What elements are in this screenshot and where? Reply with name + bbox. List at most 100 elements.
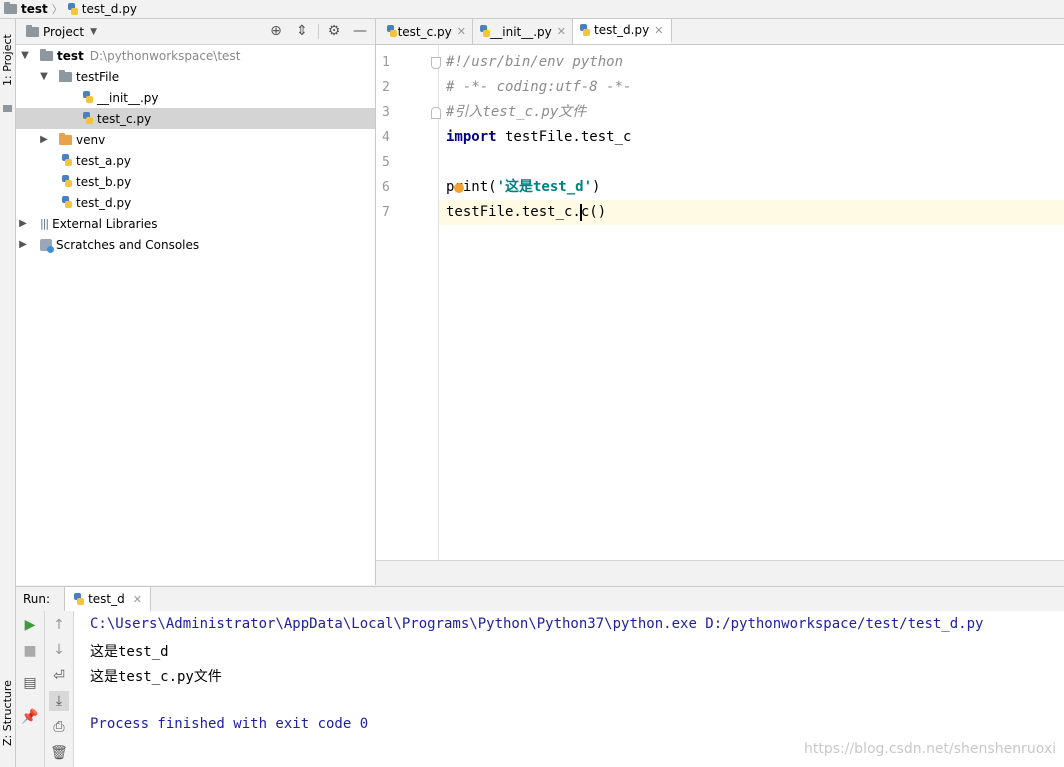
line-number: 7	[382, 205, 390, 220]
tree-item-label: testFile	[76, 69, 120, 84]
hide-icon[interactable]: —	[352, 23, 368, 39]
breadcrumb-file-label: test_d.py	[81, 2, 137, 16]
left-tool-strip: 1: Project Z: Structure	[0, 19, 16, 767]
trash-icon[interactable]: 🗑	[49, 743, 69, 763]
folder-icon	[3, 105, 12, 112]
tree-item-label: venv	[76, 132, 106, 147]
chevron-right-icon[interactable]: ▶	[16, 218, 30, 229]
code-editor[interactable]: 1 2 3 4 5 6 7 #!/usr/bin/env python # -*…	[376, 45, 1064, 560]
pin-icon[interactable]: 📌	[20, 707, 40, 727]
collapse-all-icon[interactable]: ⇕	[294, 23, 310, 39]
console-line-exit: Process finished with exit code 0	[90, 716, 369, 732]
project-panel: Project ▼ ⊕ ⇕ ⚙ — ▼ test D:\pythonworksp…	[16, 19, 376, 585]
tree-item-init[interactable]: __init__.py	[16, 87, 375, 108]
tree-item-test-a[interactable]: test_a.py	[16, 150, 375, 171]
tab-test-d[interactable]: test_d.py ✕	[573, 19, 672, 44]
tree-item-label: test_c.py	[97, 111, 152, 126]
folder-icon	[4, 2, 17, 14]
close-icon[interactable]: ✕	[457, 25, 466, 38]
chevron-right-icon[interactable]: ▶	[37, 134, 51, 145]
chevron-down-icon[interactable]: ▼	[90, 27, 97, 37]
tree-item-testfile[interactable]: ▼ testFile	[16, 66, 375, 87]
close-icon[interactable]: ✕	[133, 593, 142, 606]
console-line: 这是test_c.py文件	[90, 669, 222, 685]
python-file-icon	[67, 2, 79, 16]
watermark: https://blog.csdn.net/shenshenruoxi	[804, 741, 1056, 757]
code-line-1: #!/usr/bin/env python	[446, 54, 624, 70]
tab-label: __init__.py	[490, 24, 552, 39]
tree-item-test-b[interactable]: test_b.py	[16, 171, 375, 192]
chevron-down-icon[interactable]: ▼	[18, 50, 32, 61]
project-view-selector[interactable]: Project	[43, 25, 84, 39]
tree-item-scratches[interactable]: ▶ Scratches and Consoles	[16, 234, 375, 255]
gutter: 1 2 3 4 5 6 7	[376, 45, 441, 560]
close-icon[interactable]: ✕	[654, 24, 663, 37]
module-ref: testFile.test_c.	[446, 204, 581, 220]
project-tool-tab-label: 1: Project	[1, 34, 14, 86]
breadcrumb: test 〉 test_d.py	[0, 0, 1064, 19]
print-icon[interactable]: ⎙	[49, 717, 69, 737]
chevron-right-icon: 〉	[51, 3, 63, 16]
python-file-icon	[82, 91, 94, 104]
console-line-command: C:\Users\Administrator\AppData\Local\Pro…	[90, 616, 984, 632]
folder-icon	[59, 132, 72, 145]
python-file-icon	[579, 23, 591, 37]
line-number: 1	[382, 55, 390, 70]
editor-tabs: test_c.py ✕ __init__.py ✕ test_d.py ✕	[376, 19, 1064, 45]
tab-test-c[interactable]: test_c.py ✕	[380, 19, 473, 44]
project-view-icon	[26, 24, 39, 37]
fold-icon[interactable]	[431, 57, 441, 69]
function-call: c()	[580, 204, 607, 220]
scratches-icon	[40, 238, 54, 253]
tree-item-test-c[interactable]: test_c.py	[16, 108, 375, 129]
console-line: 这是test_d	[90, 644, 169, 660]
tree-item-label: test	[57, 48, 84, 63]
structure-tool-tab[interactable]: Z: Structure	[0, 673, 15, 753]
line-number: 6	[382, 180, 390, 195]
editor-breadcrumb-bar	[376, 560, 1064, 586]
fold-icon[interactable]	[431, 107, 441, 119]
close-icon[interactable]: ✕	[557, 25, 566, 38]
close-paren: )	[592, 179, 601, 195]
tree-item-test[interactable]: ▼ test D:\pythonworkspace\test	[16, 45, 375, 66]
lightbulb-icon[interactable]	[454, 183, 464, 193]
tree-item-label: test_b.py	[76, 174, 132, 189]
tree-item-external-libraries[interactable]: ▶ ||| External Libraries	[16, 213, 375, 234]
tree-item-test-d[interactable]: test_d.py	[16, 192, 375, 213]
breadcrumb-file[interactable]: test_d.py	[67, 2, 137, 16]
chevron-down-icon[interactable]: ▼	[37, 71, 51, 82]
scroll-to-end-icon[interactable]: ⤓	[49, 691, 69, 711]
tab-init[interactable]: __init__.py ✕	[473, 19, 573, 44]
tree-item-label: Scratches and Consoles	[56, 237, 200, 252]
run-toolbar: ▶ ■ ▤ 📌	[16, 611, 45, 767]
folder-icon	[40, 48, 53, 61]
tree-item-label: External Libraries	[52, 216, 158, 231]
project-tool-tab[interactable]: 1: Project	[0, 25, 15, 95]
stop-icon[interactable]: ■	[20, 641, 40, 661]
code-line-2: # -*- coding:utf-8 -*-	[446, 79, 632, 95]
soft-wrap-icon[interactable]: ⏎	[49, 666, 69, 686]
tree-item-label: __init__.py	[97, 90, 159, 105]
divider	[318, 24, 319, 39]
python-file-icon	[73, 592, 85, 606]
rerun-icon[interactable]: ▶	[20, 615, 40, 635]
tree-item-venv[interactable]: ▶ venv	[16, 129, 375, 150]
gear-icon[interactable]: ⚙	[326, 23, 342, 39]
tree-item-label: test_d.py	[76, 195, 132, 210]
code-line-3: #引入test_c.py文件	[446, 104, 587, 120]
arrow-down-icon[interactable]: ↓	[49, 640, 69, 660]
chevron-right-icon[interactable]: ▶	[16, 239, 30, 250]
python-file-icon	[82, 112, 94, 125]
arrow-up-icon[interactable]: ↑	[49, 615, 69, 635]
locate-icon[interactable]: ⊕	[268, 23, 284, 39]
breadcrumb-project[interactable]: test	[0, 2, 48, 16]
tab-label: test_d.py	[594, 23, 650, 37]
code-line-4: import testFile.test_c	[446, 125, 631, 150]
run-tab-test-d[interactable]: test_d ✕	[64, 587, 151, 611]
import-target: testFile.test_c	[496, 129, 632, 145]
python-file-icon	[479, 25, 491, 38]
console-output[interactable]: C:\Users\Administrator\AppData\Local\Pro…	[74, 611, 1064, 767]
layout-icon[interactable]: ▤	[20, 673, 40, 693]
code-line-7: testFile.test_c.c()	[446, 200, 606, 225]
line-number: 4	[382, 130, 390, 145]
